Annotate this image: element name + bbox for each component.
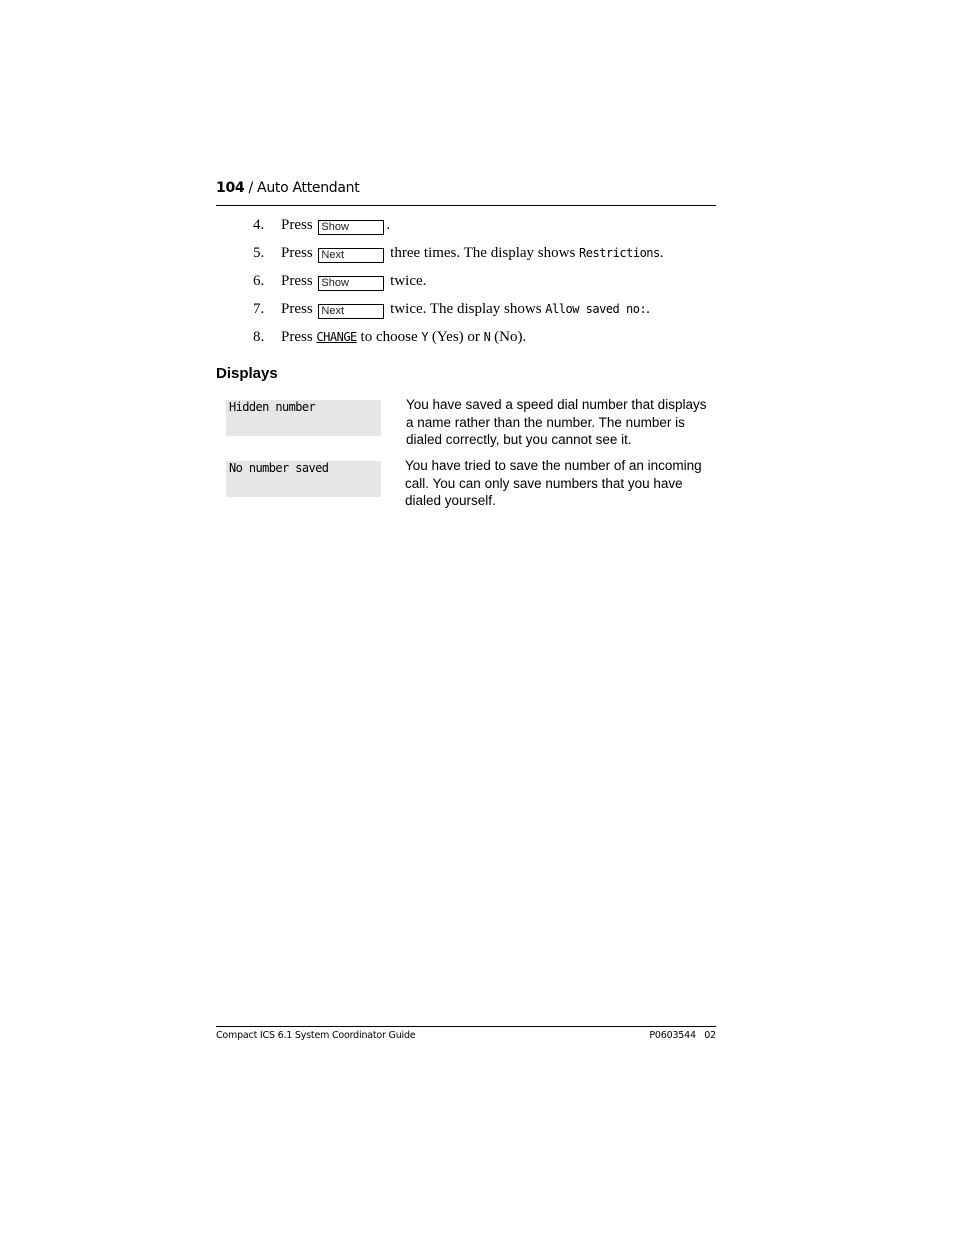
show-key: Show [318,220,385,235]
lcd-text: Allow saved no: [545,302,647,316]
step-text: Press [281,329,317,345]
display-text: Hidden number [229,400,316,414]
display-box: No number saved [226,461,381,497]
step-text: to choose [356,329,422,345]
lcd-text: Restrictions [579,246,660,260]
display-text: No number saved [229,461,329,475]
step-text: Press [281,301,317,317]
step-number: 7. [253,301,265,317]
step-text: twice. [386,273,427,289]
display-description: You have tried to save the number of an … [405,458,702,508]
step-text: (Yes) or [428,329,484,345]
header-separator: / [244,180,258,196]
step-number: 8. [253,329,265,345]
step-text: twice. The display shows [386,301,546,317]
step-text: Press [281,217,317,233]
step-6: 6. Press Show twice. [253,271,426,291]
show-key: Show [318,276,385,291]
display-description: You have saved a speed dial number that … [406,397,707,447]
step-text: . [386,217,391,233]
footer-title: Compact ICS 6.1 System Coordinator Guide [216,1030,416,1041]
section-title: Displays [216,365,278,382]
step-text: Press [281,245,317,261]
header-rule [216,205,716,206]
step-text: Press [281,273,317,289]
page-number: 104 [216,180,245,196]
step-text: . [659,245,664,261]
footer-rule [216,1026,716,1027]
display-box: Hidden number [226,400,381,436]
step-text: three times. The display shows [386,245,580,261]
step-text: . [646,301,650,317]
change-softkey: CHANGE [316,330,357,344]
step-8: 8. Press CHANGE to choose Y (Yes) or N (N… [253,327,526,347]
step-5: 5. Press Next three times. The display sh… [253,243,664,263]
footer-doc-number: P0603544 02 [649,1030,716,1041]
step-4: 4. Press Show. [253,215,390,235]
step-text: (No). [490,329,527,345]
next-key: Next [318,248,385,263]
step-7: 7. Press Next twice. The display shows Al… [253,299,650,319]
step-number: 4. [253,217,265,233]
next-key: Next [318,304,385,319]
page-header: 104 / Auto Attendant [216,180,716,196]
header-section: Auto Attendant [257,180,360,196]
step-number: 5. [253,245,265,261]
step-number: 6. [253,273,265,289]
